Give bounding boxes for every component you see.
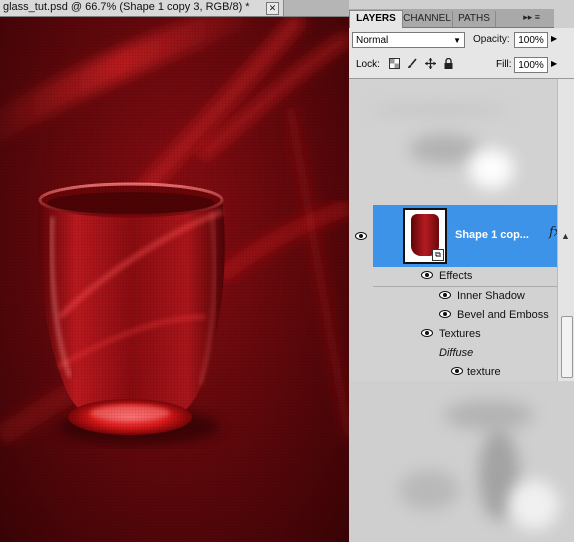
document-tab[interactable]: glass_tut.psd @ 66.7% (Shape 1 copy 3, R… bbox=[0, 0, 284, 16]
tab-paths[interactable]: PATHS bbox=[453, 11, 496, 27]
eye-icon[interactable] bbox=[439, 310, 451, 318]
canvas-texture bbox=[0, 17, 349, 542]
lock-transparent-pixels-icon[interactable] bbox=[389, 58, 400, 69]
blend-mode-value: Normal bbox=[356, 35, 389, 46]
fill-label: Fill: bbox=[496, 59, 512, 70]
close-icon[interactable]: ✕ bbox=[266, 2, 279, 15]
effect-name: Inner Shadow bbox=[457, 290, 525, 302]
opacity-input[interactable]: 100% bbox=[514, 32, 548, 48]
eye-icon[interactable] bbox=[421, 329, 433, 337]
move-icon[interactable] bbox=[425, 58, 436, 69]
blur-shape bbox=[469, 149, 514, 189]
effects-label: Effects bbox=[439, 270, 473, 282]
fx-icon[interactable]: fx bbox=[549, 225, 557, 240]
diffuse-label: Diffuse bbox=[439, 347, 474, 359]
blur-shape bbox=[444, 400, 534, 430]
layers-scrollbar[interactable]: ▲ bbox=[557, 79, 574, 381]
effect-name: Bevel and Emboss bbox=[457, 309, 549, 321]
layer-row-selected[interactable]: ⧉ Shape 1 cop... fx ▲ bbox=[373, 205, 557, 267]
eye-icon[interactable] bbox=[451, 367, 463, 375]
texture-row[interactable]: texture bbox=[373, 363, 557, 381]
effect-row[interactable]: Inner Shadow bbox=[433, 287, 557, 307]
brush-icon[interactable] bbox=[407, 58, 418, 69]
effect-row[interactable]: Bevel and Emboss bbox=[433, 306, 557, 326]
document-tab-bar: glass_tut.psd @ 66.7% (Shape 1 copy 3, R… bbox=[0, 0, 349, 17]
tab-layers[interactable]: LAYERS bbox=[349, 10, 403, 28]
eye-icon[interactable] bbox=[421, 271, 433, 279]
blur-shape bbox=[409, 134, 479, 164]
scroll-up-arrow-icon[interactable]: ▲ bbox=[561, 231, 570, 241]
textures-label: Textures bbox=[439, 328, 481, 340]
blend-mode-select[interactable]: Normal ▼ bbox=[352, 32, 465, 48]
panel-menu-icon[interactable]: ▸▸ ≡ bbox=[523, 12, 540, 23]
effects-row[interactable]: Effects bbox=[373, 267, 557, 287]
opacity-label: Opacity: bbox=[473, 34, 510, 45]
layer-thumbnail: ⧉ bbox=[403, 208, 447, 264]
lock-icon[interactable] bbox=[443, 57, 454, 69]
fill-slider-arrow-icon[interactable]: ▶ bbox=[551, 59, 557, 68]
panel-tab-bar: LAYERS CHANNEL PATHS ▸▸ ≡ bbox=[349, 9, 554, 28]
eye-icon[interactable] bbox=[439, 291, 451, 299]
textures-row[interactable]: Textures bbox=[373, 325, 557, 345]
layer-visibility-cell[interactable] bbox=[349, 205, 374, 267]
chevron-down-icon: ▼ bbox=[453, 36, 461, 45]
layers-list: ⧉ Shape 1 cop... fx ▲ Effects Inner Shad… bbox=[349, 79, 557, 381]
document-title: glass_tut.psd @ 66.7% (Shape 1 copy 3, R… bbox=[3, 1, 250, 13]
blur-shape bbox=[509, 480, 559, 530]
scrollbar-thumb[interactable] bbox=[561, 316, 573, 378]
opacity-slider-arrow-icon[interactable]: ▶ bbox=[551, 34, 557, 43]
document-canvas[interactable] bbox=[0, 17, 349, 542]
lock-label: Lock: bbox=[356, 59, 380, 70]
texture-label: texture bbox=[467, 366, 501, 378]
smart-object-badge-icon: ⧉ bbox=[432, 249, 444, 261]
tab-channels[interactable]: CHANNEL bbox=[402, 11, 453, 27]
eye-icon[interactable] bbox=[355, 232, 367, 240]
blur-shape bbox=[399, 470, 459, 510]
diffuse-row[interactable]: Diffuse bbox=[373, 344, 557, 364]
blur-shape bbox=[369, 104, 509, 116]
layers-controls: Normal ▼ Opacity: 100% ▶ Lock: Fill: 100… bbox=[349, 28, 574, 79]
fill-input[interactable]: 100% bbox=[514, 57, 548, 73]
layer-name: Shape 1 cop... bbox=[455, 229, 529, 241]
